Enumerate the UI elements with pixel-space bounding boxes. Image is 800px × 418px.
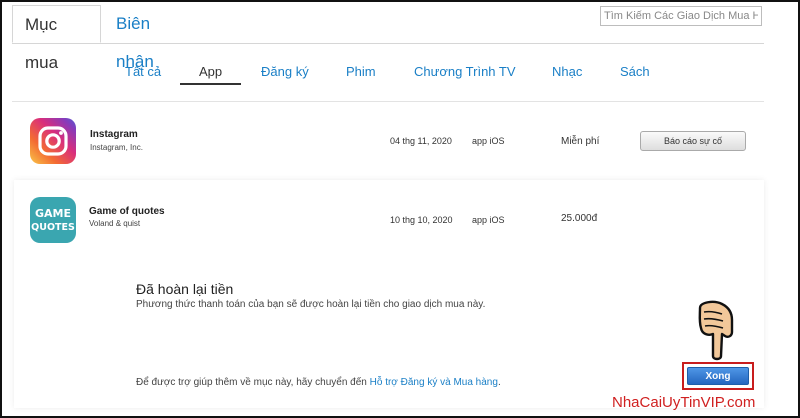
category-active-underline	[180, 83, 241, 85]
refund-title: Đã hoàn lại tiền	[136, 281, 234, 297]
purchase-type: app iOS	[472, 215, 505, 225]
help-text: Để được trợ giúp thêm về mục này, hãy ch…	[136, 377, 501, 388]
help-prefix: Để được trợ giúp thêm về mục này, hãy ch…	[136, 377, 370, 388]
purchase-price: 25.000đ	[561, 213, 598, 224]
search-input[interactable]	[600, 6, 762, 26]
category-tv-shows[interactable]: Chương Trình TV	[414, 64, 516, 79]
refund-message: Phương thức thanh toán của bạn sẽ được h…	[136, 299, 486, 310]
purchase-price: Miễn phí	[561, 136, 600, 147]
instagram-icon	[30, 118, 76, 164]
game-of-quotes-icon: GAME QUOTES	[30, 197, 76, 243]
app-developer: Voland & quist	[89, 219, 141, 228]
category-app[interactable]: App	[199, 64, 222, 79]
app-name: Instagram	[90, 129, 138, 140]
category-books[interactable]: Sách	[620, 64, 650, 79]
icon-text-quotes: QUOTES	[31, 222, 75, 233]
category-music[interactable]: Nhạc	[552, 64, 582, 79]
purchase-type: app iOS	[472, 136, 505, 146]
done-button[interactable]: Xong	[687, 367, 749, 385]
category-movies[interactable]: Phim	[346, 64, 376, 79]
report-problem-button[interactable]: Báo cáo sự cố	[640, 131, 746, 151]
purchase-date: 04 thg 11, 2020	[390, 136, 452, 146]
support-link[interactable]: Hỗ trợ Đăng ký và Mua hàng	[370, 377, 498, 388]
tab-receipts[interactable]: Biên nhận	[104, 5, 166, 71]
app-developer: Instagram, Inc.	[90, 143, 143, 152]
icon-text-game: GAME	[35, 207, 71, 220]
category-all[interactable]: Tất cả	[125, 64, 161, 79]
pointing-hand-icon	[698, 300, 734, 361]
tabs-divider	[12, 43, 764, 44]
watermark: NhaCaiUyTinVIP.com	[612, 394, 756, 411]
help-suffix: .	[497, 377, 501, 388]
tab-purchases[interactable]: Mục mua	[12, 5, 101, 72]
list-top-divider	[12, 101, 764, 102]
category-subscriptions[interactable]: Đăng ký	[261, 64, 309, 79]
done-button-highlight: Xong	[682, 362, 754, 390]
purchase-date: 10 thg 10, 2020	[390, 215, 453, 225]
app-name: Game of quotes	[89, 206, 165, 217]
